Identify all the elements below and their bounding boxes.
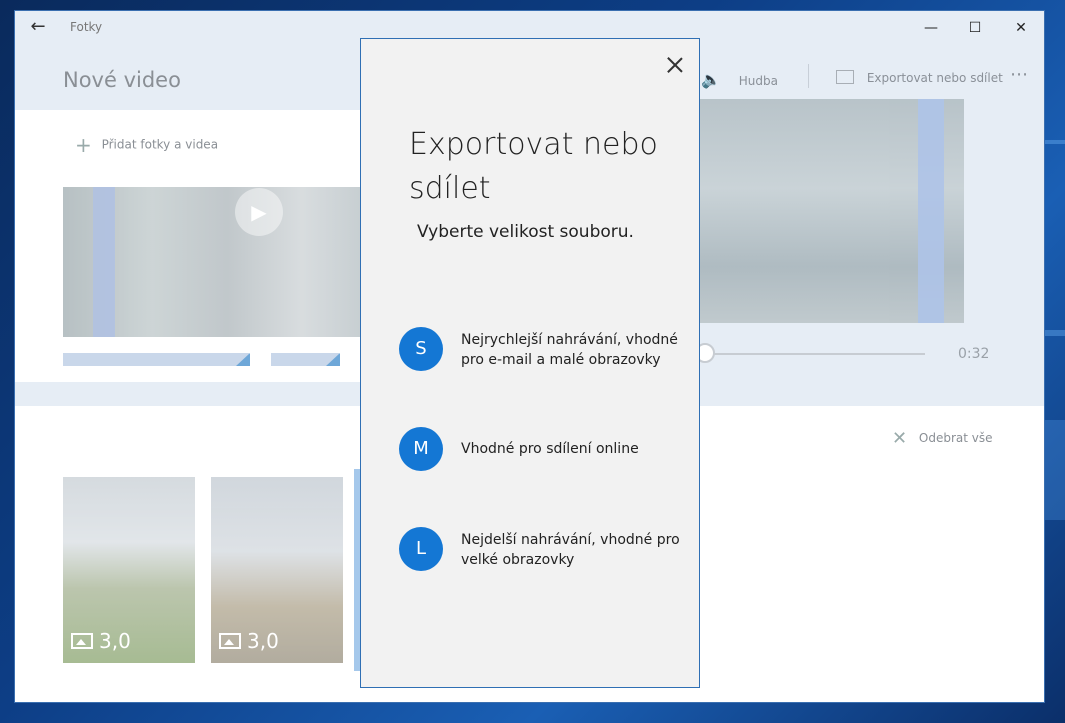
- page-title: Nové video: [63, 68, 181, 92]
- speaker-icon: 🔈: [701, 70, 721, 89]
- remove-all-button[interactable]: ✕ Odebrat vše: [892, 428, 993, 449]
- dialog-title: Exportovat nebo sdílet: [409, 127, 658, 206]
- plus-icon: +: [75, 133, 92, 157]
- music-button[interactable]: 🔈 Hudba: [701, 70, 778, 89]
- preview-image-detail: [918, 99, 944, 323]
- storyboard-card[interactable]: 3,0: [211, 477, 343, 663]
- maximize-icon: ☐: [968, 20, 982, 36]
- video-duration: 0:32: [958, 346, 990, 362]
- library-clip-strip[interactable]: [63, 353, 250, 366]
- project-library-panel: + Přidat fotky a videa ▶: [15, 110, 361, 382]
- export-label: Exportovat nebo sdílet: [866, 71, 1003, 85]
- maximize-button[interactable]: ☐: [952, 15, 998, 41]
- dialog-close-button[interactable]: [661, 51, 689, 79]
- size-letter-badge: M: [399, 427, 443, 471]
- play-button[interactable]: ▶: [235, 188, 283, 236]
- dialog-subtitle: Vyberte velikost souboru.: [417, 222, 634, 242]
- desktop-light-streak: [1044, 420, 1065, 520]
- export-share-button[interactable]: Exportovat nebo sdílet: [836, 70, 1003, 85]
- image-icon: [71, 633, 93, 649]
- file-size-option-large[interactable]: L Nejdelší nahrávání, vhodné pro velké o…: [399, 527, 689, 575]
- strip-marker: [236, 353, 250, 366]
- more-icon: ⋯: [1010, 64, 1028, 85]
- close-icon: ✕: [892, 428, 908, 449]
- card-duration: 3,0: [71, 629, 131, 653]
- desktop-light-streak: [1044, 140, 1065, 144]
- library-clip-strip[interactable]: [271, 353, 340, 366]
- back-button[interactable]: ←: [27, 17, 49, 37]
- strip-marker: [326, 353, 340, 366]
- size-option-description: Nejrychlejší nahrávání, vhodné pro e-mai…: [461, 332, 678, 368]
- export-icon: [836, 70, 854, 84]
- image-icon: [219, 633, 241, 649]
- minimize-icon: —: [924, 20, 938, 36]
- add-photos-videos-label: Přidat fotky a videa: [101, 137, 219, 152]
- card-duration-value: 3,0: [99, 629, 131, 653]
- size-letter-badge: S: [399, 327, 443, 371]
- back-arrow-icon: ←: [30, 16, 46, 37]
- thumbnail-image-detail: [93, 187, 115, 337]
- close-icon: ✕: [1015, 20, 1027, 36]
- add-photos-videos-button[interactable]: + Přidat fotky a videa: [75, 133, 218, 157]
- library-video-thumbnail[interactable]: [63, 187, 361, 337]
- video-preview[interactable]: [700, 99, 964, 323]
- remove-all-label: Odebrat vše: [918, 431, 993, 445]
- file-size-option-small[interactable]: S Nejrychlejší nahrávání, vhodné pro e-m…: [399, 327, 689, 375]
- card-duration: 3,0: [219, 629, 279, 653]
- app-title: Fotky: [70, 20, 103, 34]
- size-option-description: Vhodné pro sdílení online: [461, 441, 639, 457]
- export-share-dialog: Exportovat nebo sdílet Vyberte velikost …: [360, 38, 700, 688]
- size-option-description: Nejdelší nahrávání, vhodné pro velké obr…: [461, 532, 680, 568]
- playback-scrubber[interactable]: [705, 353, 925, 355]
- window-close-button[interactable]: ✕: [998, 15, 1044, 41]
- minimize-button[interactable]: —: [908, 15, 954, 41]
- file-size-option-medium[interactable]: M Vhodné pro sdílení online: [399, 427, 689, 475]
- more-options-button[interactable]: ⋯: [1010, 64, 1028, 85]
- card-duration-value: 3,0: [247, 629, 279, 653]
- play-icon: ▶: [251, 200, 267, 224]
- storyboard-card[interactable]: 3,0: [63, 477, 195, 663]
- desktop-light-streak: [1044, 330, 1065, 336]
- music-label: Hudba: [738, 74, 778, 88]
- toolbar-divider: [808, 64, 809, 88]
- size-letter-badge: L: [399, 527, 443, 571]
